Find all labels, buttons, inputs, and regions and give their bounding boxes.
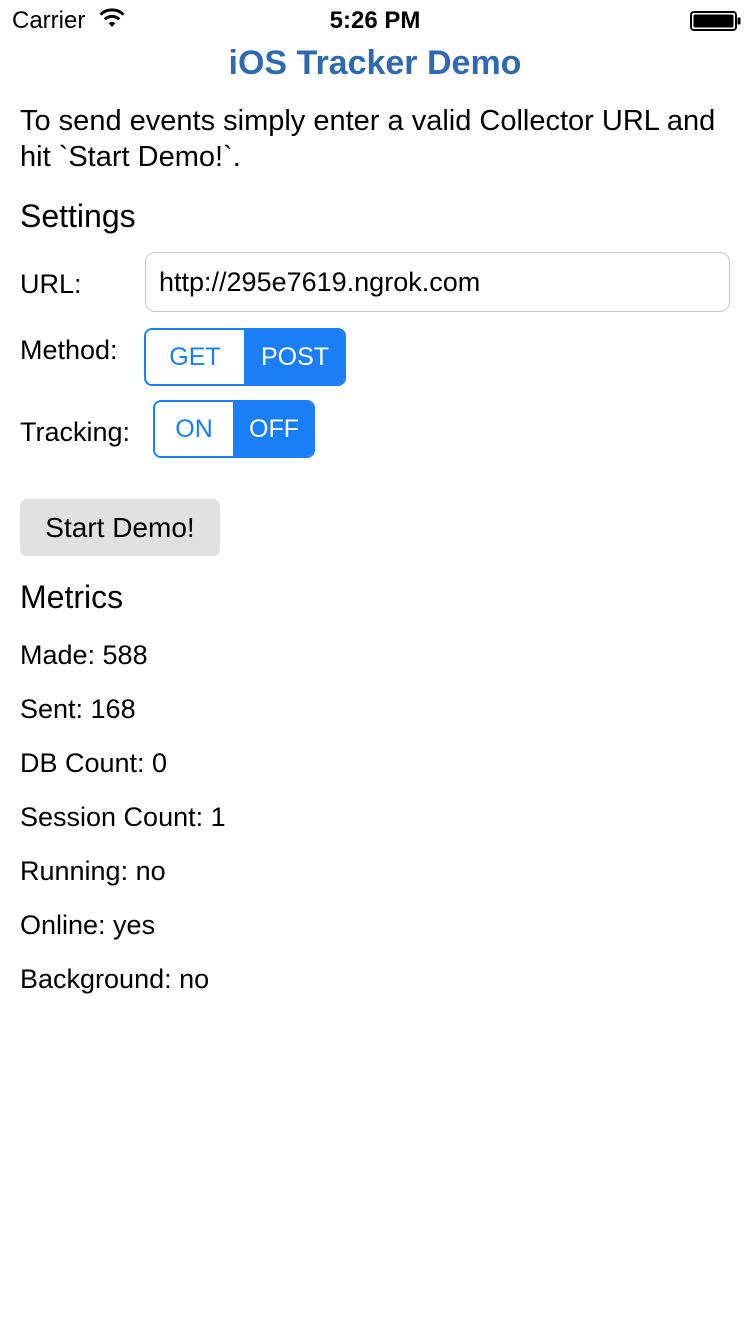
metric-running: Running: no xyxy=(20,856,166,886)
start-demo-button[interactable]: Start Demo! xyxy=(20,499,220,556)
tracking-segmented-control: ON OFF xyxy=(153,400,315,458)
url-label: URL: xyxy=(20,269,82,299)
battery-full-icon xyxy=(690,11,742,31)
metric-made: Made: 588 xyxy=(20,640,148,670)
status-time: 5:26 PM xyxy=(329,7,421,34)
url-input[interactable] xyxy=(145,252,730,312)
settings-heading: Settings xyxy=(20,198,136,234)
metric-sent: Sent: 168 xyxy=(20,694,136,724)
method-post-segment[interactable]: POST xyxy=(244,330,344,384)
method-segmented-control: GET POST xyxy=(144,328,346,386)
metric-online: Online: yes xyxy=(20,910,156,940)
metric-background: Background: no xyxy=(20,964,210,994)
intro-text: To send events simply enter a valid Coll… xyxy=(20,105,716,173)
app-title: iOS Tracker Demo xyxy=(228,44,522,82)
metric-db-count: DB Count: 0 xyxy=(20,748,168,778)
tracking-off-segment[interactable]: OFF xyxy=(233,402,313,456)
tracking-label: Tracking: xyxy=(20,417,131,447)
method-get-segment[interactable]: GET xyxy=(146,330,244,384)
metrics-heading: Metrics xyxy=(20,579,124,615)
status-bar: Carrier 5:26 PM xyxy=(0,0,750,40)
method-label: Method: xyxy=(20,335,118,365)
metric-session-count: Session Count: 1 xyxy=(20,802,226,832)
tracking-on-segment[interactable]: ON xyxy=(155,402,233,456)
